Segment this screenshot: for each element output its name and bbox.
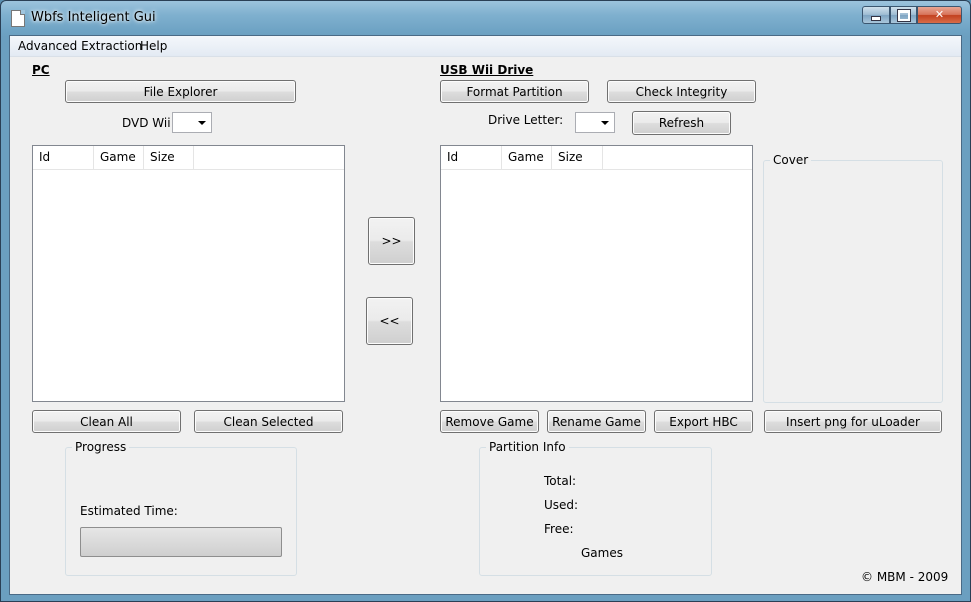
dvd-wii-label: DVD Wii: (122, 116, 175, 130)
usb-column-size[interactable]: Size (552, 146, 603, 169)
transfer-to-usb-button[interactable]: >> (368, 217, 415, 265)
menu-advanced-extraction[interactable]: Advanced Extraction (18, 39, 142, 53)
total-label: Total: (544, 474, 577, 488)
partition-info-groupbox: Partition Info Total: Used: Free: Games (479, 440, 712, 576)
pc-column-id[interactable]: Id (33, 146, 94, 169)
pc-column-game[interactable]: Game (94, 146, 144, 169)
pc-column-size[interactable]: Size (144, 146, 194, 169)
refresh-button[interactable]: Refresh (632, 111, 731, 135)
usb-list-header: Id Game Size (441, 146, 752, 170)
usb-section-title: USB Wii Drive (440, 63, 534, 77)
client-area: Advanced Extraction Help PC File Explore… (9, 35, 962, 595)
maximize-button[interactable] (890, 6, 917, 24)
remove-game-button[interactable]: Remove Game (440, 410, 539, 433)
games-label: Games (581, 546, 623, 560)
clean-all-button[interactable]: Clean All (32, 410, 181, 433)
window-title: Wbfs Inteligent Gui (31, 10, 156, 25)
menu-bar: Advanced Extraction Help (10, 36, 961, 57)
progress-title: Progress (72, 440, 130, 454)
partition-info-title: Partition Info (486, 440, 569, 454)
title-bar[interactable]: Wbfs Inteligent Gui ✕ (1, 1, 970, 35)
rename-game-button[interactable]: Rename Game (547, 410, 646, 433)
transfer-to-pc-button[interactable]: << (366, 297, 413, 345)
usb-column-id[interactable]: Id (441, 146, 502, 169)
insert-png-button[interactable]: Insert png for uLoader (764, 410, 942, 433)
close-button[interactable]: ✕ (917, 6, 962, 24)
file-explorer-button[interactable]: File Explorer (65, 80, 296, 103)
cover-groupbox: Cover (763, 153, 943, 403)
progress-bar (80, 527, 282, 557)
copyright-text: © MBM - 2009 (861, 570, 949, 584)
usb-games-list[interactable]: Id Game Size (440, 145, 753, 402)
maximize-icon (896, 9, 911, 22)
menu-help[interactable]: Help (140, 39, 167, 53)
clean-selected-button[interactable]: Clean Selected (194, 410, 343, 433)
dvd-wii-select[interactable] (172, 112, 212, 133)
used-label: Used: (544, 498, 579, 512)
format-partition-button[interactable]: Format Partition (440, 80, 589, 103)
application-window: Wbfs Inteligent Gui ✕ Advanced Extractio… (0, 0, 971, 602)
app-document-icon (11, 10, 25, 27)
minimize-icon (871, 16, 881, 21)
cover-title: Cover (770, 153, 812, 167)
minimize-button[interactable] (862, 6, 890, 24)
pc-games-list[interactable]: Id Game Size (32, 145, 345, 402)
progress-groupbox: Progress Estimated Time: (65, 440, 297, 576)
close-icon: ✕ (934, 8, 945, 21)
pc-list-header: Id Game Size (33, 146, 344, 170)
free-label: Free: (544, 522, 574, 536)
export-hbc-button[interactable]: Export HBC (654, 410, 753, 433)
estimated-time-label: Estimated Time: (80, 504, 178, 518)
drive-letter-select[interactable] (575, 112, 615, 133)
drive-letter-label: Drive Letter: (488, 113, 564, 127)
usb-column-game[interactable]: Game (502, 146, 552, 169)
check-integrity-button[interactable]: Check Integrity (607, 80, 756, 103)
pc-section-title: PC (32, 63, 50, 77)
